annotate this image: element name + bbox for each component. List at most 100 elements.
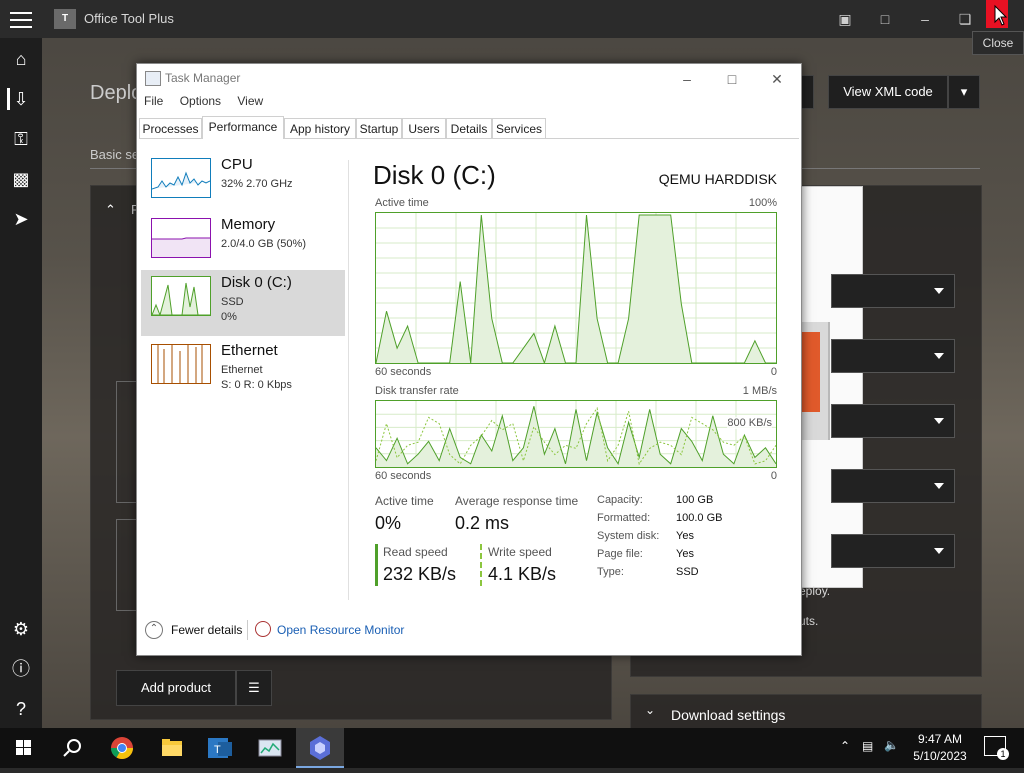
tm-close-button[interactable]: ✕: [757, 68, 797, 90]
disk-thumbnail-graph: [151, 276, 211, 316]
menu-options[interactable]: Options: [180, 94, 221, 108]
otp-dropdown-4[interactable]: [831, 469, 955, 503]
minimize-icon[interactable]: –: [914, 8, 936, 30]
tab-services[interactable]: Services: [492, 118, 546, 138]
memory-label: Memory: [221, 216, 276, 233]
office-tool-plus-taskbar-icon[interactable]: T: [196, 728, 244, 768]
convert-icon[interactable]: ➤: [10, 208, 32, 230]
disk-title: Disk 0 (C:): [373, 160, 496, 190]
stat-read-speed-value: 232 KB/s: [383, 564, 457, 584]
active-time-seconds-label: 60 seconds: [375, 366, 432, 378]
sidebar-item-cpu[interactable]: CPU 32% 2.70 GHz: [141, 152, 345, 218]
help-icon[interactable]: ?: [10, 698, 32, 720]
menu-file[interactable]: File: [144, 94, 163, 108]
sidebar-item-memory[interactable]: Memory 2.0/4.0 GB (50%): [141, 212, 345, 278]
prop-formatted-value: 100.0 GB: [676, 512, 723, 524]
active-time-graph-label: Active time: [375, 197, 429, 209]
hamburger-menu-icon[interactable]: [10, 10, 32, 28]
deploy-icon[interactable]: ⇩: [7, 88, 32, 110]
active-time-graph: [375, 212, 777, 365]
otp-preview-image: [801, 186, 863, 588]
ethernet-label: Ethernet: [221, 342, 278, 359]
tab-startup[interactable]: Startup: [356, 118, 402, 138]
active-time-zero-label: 0: [770, 366, 777, 378]
transfer-rate-graph-label: Disk transfer rate: [375, 385, 459, 397]
otp-dropdown-3[interactable]: [831, 404, 955, 438]
mouse-cursor-icon: [994, 4, 1008, 26]
tab-processes[interactable]: Processes: [139, 118, 202, 138]
sidebar-item-ethernet[interactable]: Ethernet Ethernet S: 0 R: 0 Kbps: [141, 338, 345, 404]
settings-gear-icon[interactable]: ⚙: [10, 618, 32, 640]
add-product-button[interactable]: Add product: [116, 670, 236, 706]
footer-divider: [247, 620, 248, 640]
prop-type-value: SSD: [676, 566, 699, 578]
tab-performance[interactable]: Performance: [202, 116, 284, 139]
restore-icon[interactable]: ❏: [954, 8, 976, 30]
search-icon[interactable]: [48, 728, 96, 768]
tm-menubar: File Options View: [137, 94, 269, 112]
product-list-icon[interactable]: ☰: [236, 670, 272, 706]
otp-hidden-button[interactable]: [800, 75, 814, 109]
otp-dropdown-2[interactable]: [831, 339, 955, 373]
view-xml-code-button[interactable]: View XML code: [828, 75, 948, 109]
prop-page-file-key: Page file:: [597, 548, 643, 560]
otp-dropdown-5[interactable]: [831, 534, 955, 568]
close-button[interactable]: [986, 0, 1008, 28]
tm-tabs: Processes Performance App history Startu…: [139, 116, 799, 139]
file-explorer-icon[interactable]: [148, 728, 196, 768]
tray-overflow-chevron-icon[interactable]: ⌃: [840, 739, 850, 753]
download-settings-section[interactable]: ⌄ Download settings: [630, 694, 982, 730]
prop-system-disk-value: Yes: [676, 530, 694, 542]
prop-capacity-key: Capacity:: [597, 494, 643, 506]
tm-maximize-button[interactable]: □: [712, 68, 752, 90]
notification-count-badge: 1: [997, 748, 1009, 760]
activation-key-icon[interactable]: ⚿: [10, 128, 32, 150]
feedback-icon[interactable]: □: [874, 8, 896, 30]
disk-label: Disk 0 (C:): [221, 274, 292, 291]
otp-product-card: [116, 381, 138, 503]
otp-dropdown-1[interactable]: [831, 274, 955, 308]
toolbox-icon[interactable]: ▩: [10, 168, 32, 190]
svg-text:T: T: [214, 744, 221, 756]
tm-titlebar: Task Manager – □ ✕: [137, 64, 801, 92]
fewer-details-chevron-icon[interactable]: ⌃: [145, 621, 163, 639]
active-time-max-label: 100%: [748, 197, 777, 209]
prop-type-key: Type:: [597, 566, 624, 578]
info-icon[interactable]: ⓘ: [10, 658, 32, 680]
volume-icon[interactable]: 🔈: [884, 738, 899, 752]
start-windows-icon[interactable]: [0, 728, 48, 768]
task-manager-icon: [145, 71, 161, 86]
stat-active-time-label: Active time: [375, 494, 434, 508]
tab-users[interactable]: Users: [402, 118, 446, 138]
sidebar-item-disk0[interactable]: Disk 0 (C:) SSD 0%: [141, 270, 345, 336]
tab-app-history[interactable]: App history: [284, 118, 356, 138]
home-icon[interactable]: ⌂: [10, 48, 32, 70]
console-icon[interactable]: ▣: [834, 8, 856, 30]
collapse-chevron-icon[interactable]: ⌃: [105, 202, 116, 218]
tm-minimize-button[interactable]: –: [667, 68, 707, 90]
download-settings-label: Download settings: [671, 707, 786, 723]
read-speed-marker: [375, 544, 378, 586]
chrome-icon[interactable]: [98, 728, 146, 768]
otp-sidebar: ⌂ ⇩ ⚿ ▩ ➤ ⚙ ⓘ ?: [0, 38, 42, 728]
transfer-rate-mid-label: 800 KB/s: [727, 417, 772, 429]
stat-read-speed-label: Read speed: [383, 545, 448, 559]
network-icon[interactable]: ▤: [862, 739, 873, 753]
prop-system-disk-key: System disk:: [597, 530, 660, 542]
active-app-icon[interactable]: [296, 728, 344, 768]
otp-office-logo-image: [802, 322, 830, 440]
fewer-details-link[interactable]: Fewer details: [171, 623, 242, 637]
otp-basic-settings-tab[interactable]: Basic se: [90, 147, 139, 162]
expand-chevron-icon[interactable]: ⌄: [645, 703, 655, 717]
chevron-down-icon[interactable]: ▾: [948, 75, 980, 109]
menu-view[interactable]: View: [237, 94, 263, 108]
open-resource-monitor-link[interactable]: Open Resource Monitor: [277, 623, 404, 637]
tray-clock-date[interactable]: 5/10/2023: [910, 749, 970, 763]
disk-usage-text: 0%: [221, 311, 237, 323]
ethernet-thumbnail-graph: [151, 344, 211, 384]
stat-avg-response-label: Average response time: [455, 494, 579, 508]
tab-details[interactable]: Details: [446, 118, 492, 138]
transfer-rate-graph: 800 KB/s: [375, 400, 777, 468]
task-manager-taskbar-icon[interactable]: [246, 728, 294, 768]
tray-clock-time[interactable]: 9:47 AM: [912, 732, 968, 746]
